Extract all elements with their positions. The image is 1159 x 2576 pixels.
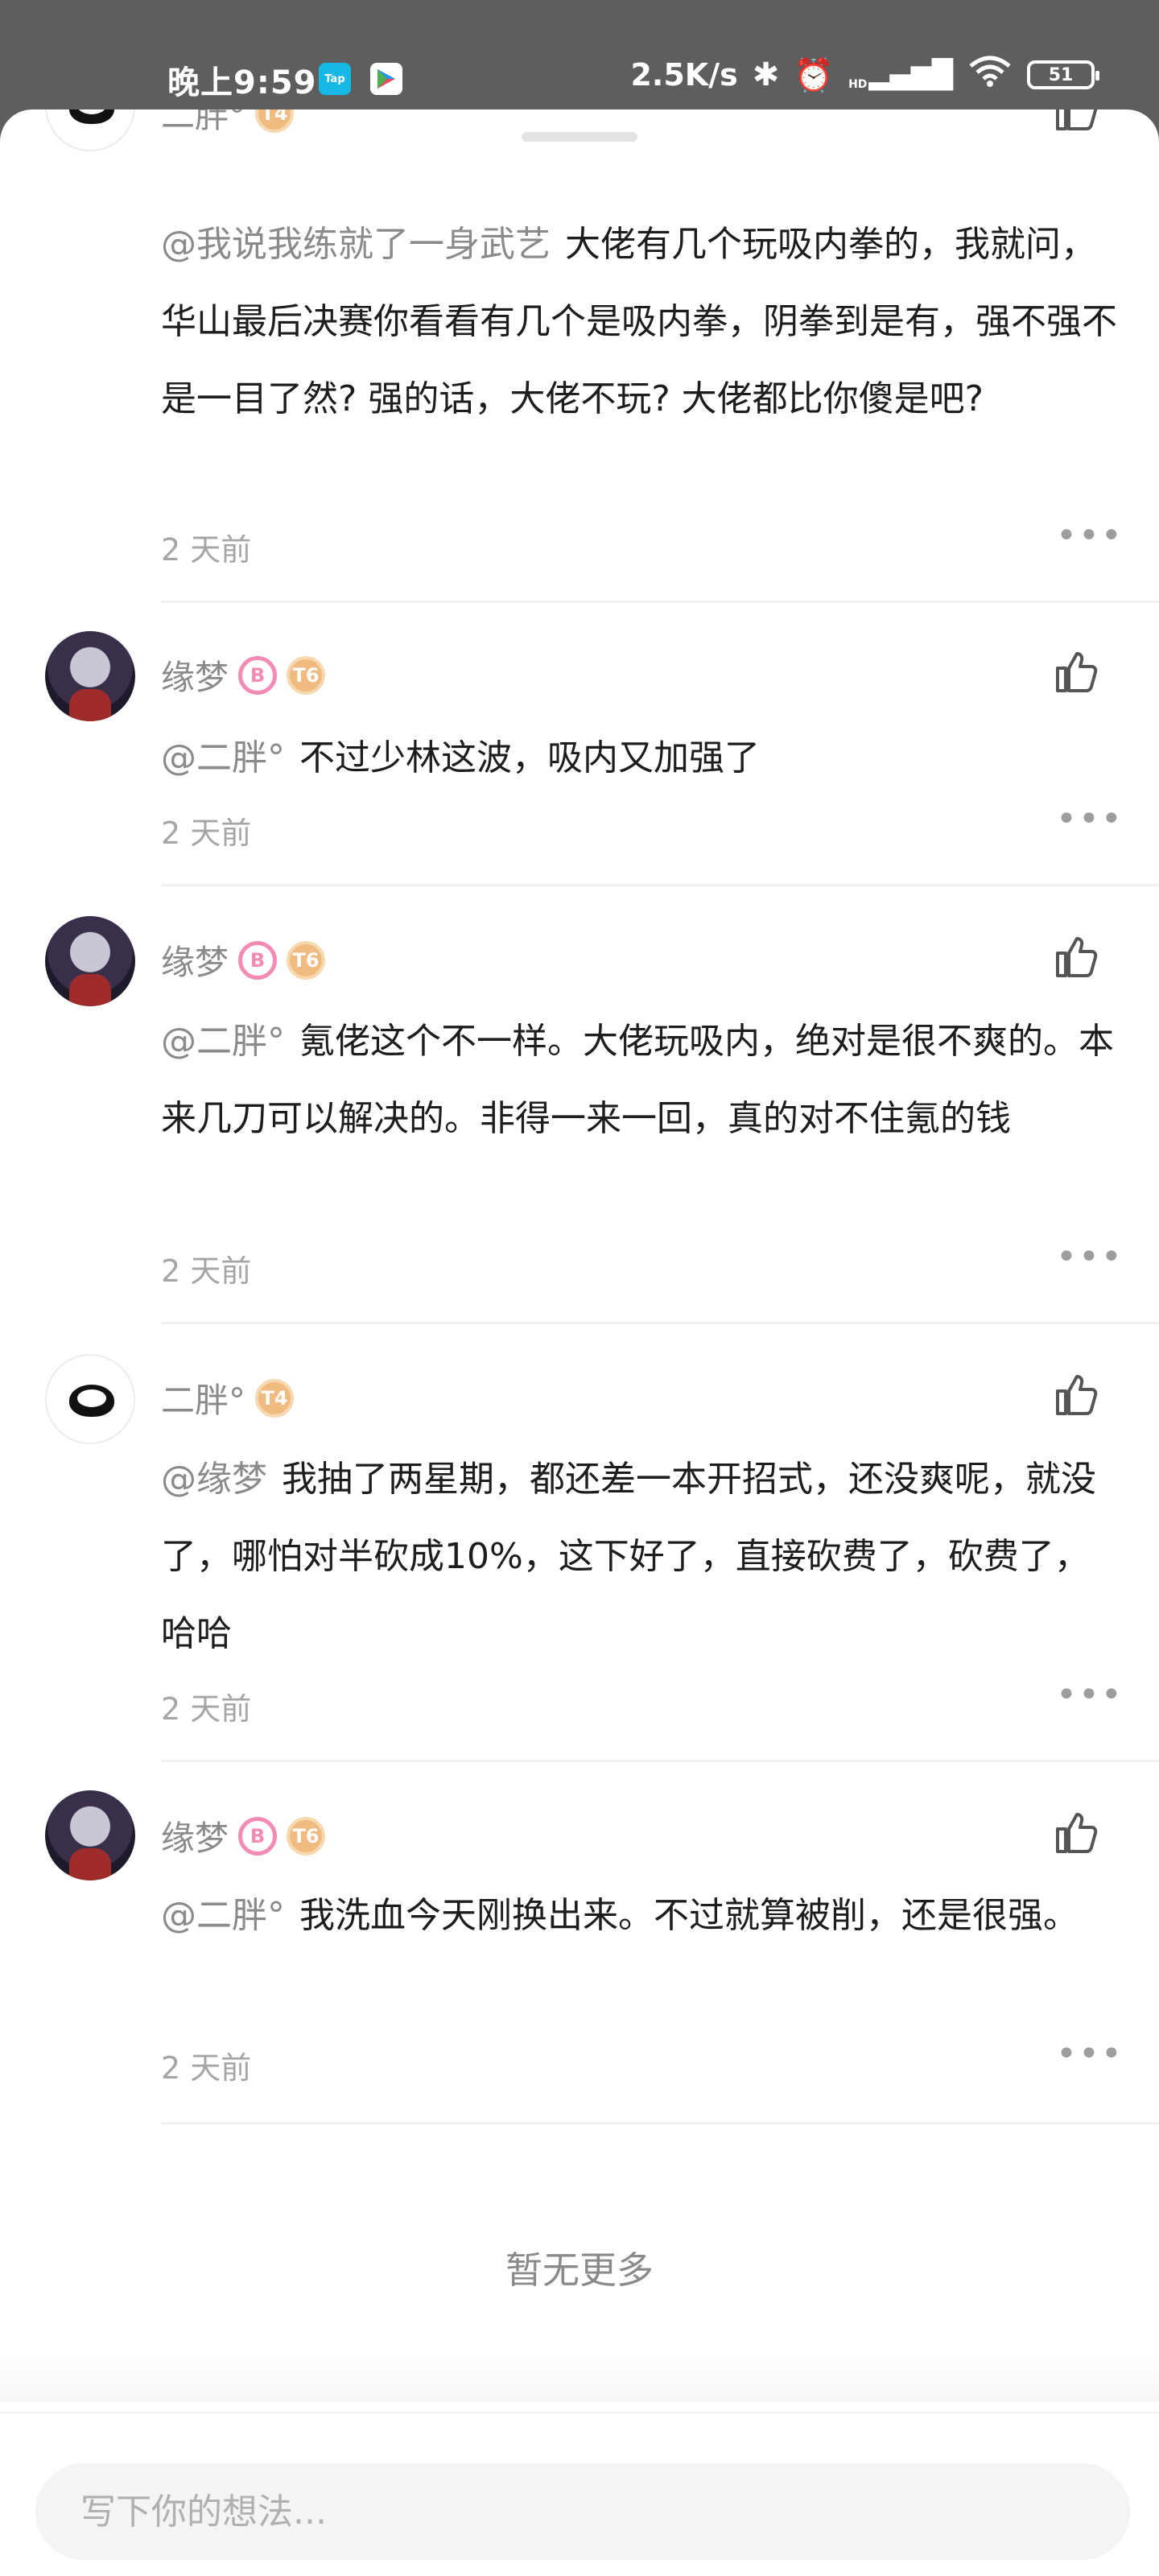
mention-link[interactable]: @二胖° (161, 737, 285, 778)
more-options-icon[interactable]: ••• (1056, 802, 1124, 837)
comment-text: @二胖° 我洗血今天刚换出来。不过就算被削，还是很强。 (161, 1895, 1079, 1936)
bluetooth-icon: ✱ (752, 56, 780, 93)
comment-username[interactable]: 缘梦 (161, 1811, 229, 1860)
level-badge: T4 (255, 109, 295, 133)
level-badge: T6 (287, 655, 326, 695)
mention-link[interactable]: @二胖° (161, 1021, 285, 1062)
comment-input-bar (0, 2412, 1159, 2576)
mention-link[interactable]: @我说我练就了一身武艺 (161, 224, 551, 265)
no-more-label: 暂无更多 (505, 2248, 654, 2292)
avatar[interactable] (45, 1790, 135, 1880)
thumbs-up-icon[interactable] (1051, 647, 1099, 696)
avatar[interactable] (45, 1354, 135, 1444)
comment-time: 2 天前 (161, 1691, 252, 1727)
divider (161, 1322, 1159, 1324)
signal-bars: ▂▄▆█ (868, 59, 953, 91)
comment-username[interactable]: 缘梦 (161, 650, 229, 700)
comment-username[interactable]: 二胖° (161, 1373, 245, 1422)
bottom-fade (0, 2354, 1159, 2402)
thumbs-up-icon[interactable] (1051, 1808, 1099, 1856)
comments-sheet: 二胖° T4 @我说我练就了一身武艺 大佬有几个玩吸内拳的，我就问，华山最后决赛你… (0, 109, 1159, 2576)
divider (161, 884, 1159, 886)
comment-time: 2 天前 (161, 2050, 252, 2086)
membership-badge: B (238, 940, 278, 980)
taptap-notification-icon: Tap (319, 63, 351, 95)
more-options-icon[interactable]: ••• (1056, 1240, 1124, 1275)
comment-time: 2 天前 (161, 815, 252, 851)
battery-icon: 51 (1027, 60, 1099, 89)
comment-time: 2 天前 (161, 1253, 252, 1289)
status-bar: 晚上9:59 Tap 2.5K/s ✱ ⏰ HD ▂▄▆█ 51 (0, 0, 1159, 113)
more-options-icon[interactable]: ••• (1056, 1678, 1124, 1713)
more-options-icon[interactable]: ••• (1056, 518, 1124, 554)
comment-text: @缘梦 我抽了两星期，都还差一本开招式，还没爽呢，就没了，哪怕对半砍成10%，这下… (161, 1459, 1096, 1654)
level-badge: T4 (255, 1378, 295, 1418)
wifi-icon (967, 55, 1013, 95)
membership-badge: B (238, 1816, 278, 1856)
divider (161, 601, 1159, 603)
comment-text: @二胖° 不过少林这波，吸内又加强了 (161, 737, 760, 778)
divider (161, 1760, 1159, 1762)
mention-link[interactable]: @二胖° (161, 1895, 285, 1936)
comment-username[interactable]: 二胖° (161, 109, 245, 138)
hd-label: HD (848, 78, 868, 91)
comment-time: 2 天前 (161, 532, 252, 568)
avatar[interactable] (45, 631, 135, 721)
membership-badge: B (238, 655, 278, 695)
status-time: 晚上9:59 (167, 64, 317, 101)
divider (161, 2122, 1159, 2124)
level-badge: T6 (287, 940, 326, 980)
avatar[interactable] (45, 916, 135, 1006)
thumbs-up-icon[interactable] (1051, 932, 1099, 980)
comment-text: @我说我练就了一身武艺 大佬有几个玩吸内拳的，我就问，华山最后决赛你看看有几个是吸… (161, 224, 1117, 419)
status-indicators: 2.5K/s ✱ ⏰ HD ▂▄▆█ 51 (630, 55, 1099, 95)
sheet-drag-handle[interactable] (522, 132, 637, 142)
comment-username[interactable]: 缘梦 (161, 935, 229, 985)
level-badge: T6 (287, 1816, 326, 1856)
avatar[interactable] (45, 109, 135, 151)
cellular-signal-icon: HD ▂▄▆█ (848, 59, 953, 91)
thumbs-up-icon[interactable] (1051, 109, 1099, 134)
comment-input[interactable] (35, 2463, 1130, 2560)
play-store-notification-icon (370, 63, 402, 95)
comment-text: @二胖° 氪佬这个不一样。大佬玩吸内，绝对是很不爽的。本来几刀可以解决的。非得一来… (161, 1021, 1114, 1139)
alarm-icon: ⏰ (794, 56, 835, 94)
thumbs-up-icon[interactable] (1051, 1370, 1099, 1418)
mention-link[interactable]: @缘梦 (161, 1459, 267, 1500)
more-options-icon[interactable]: ••• (1056, 2037, 1124, 2072)
network-speed: 2.5K/s (630, 57, 738, 93)
